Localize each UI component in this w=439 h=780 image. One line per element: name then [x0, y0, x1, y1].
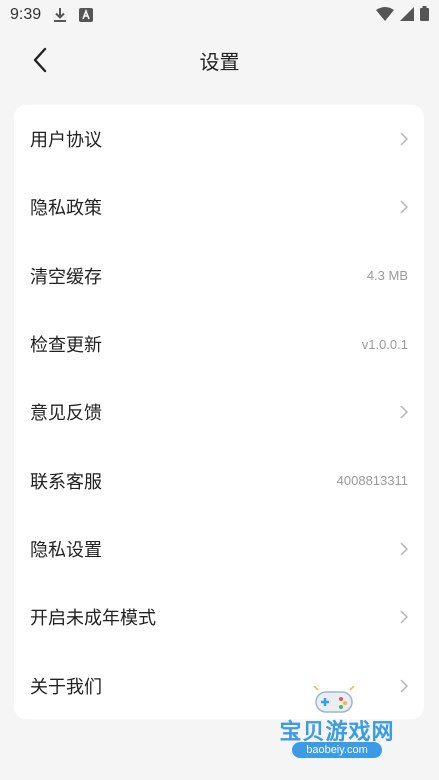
- settings-item-label: 隐私设置: [30, 539, 102, 561]
- settings-item-check-update[interactable]: 检查更新 v1.0.0.1: [14, 310, 424, 378]
- chevron-right-icon: [400, 542, 408, 556]
- signal-icon: [400, 6, 414, 25]
- cache-size-value: 4.3 MB: [366, 268, 408, 284]
- settings-item-customer-service[interactable]: 联系客服 4008813311: [14, 446, 424, 514]
- settings-item-label: 用户协议: [30, 130, 102, 152]
- wifi-icon: [376, 6, 394, 25]
- watermark-url: baobeiy.com: [292, 742, 382, 758]
- settings-list: 用户协议 隐私政策 清空缓存 4.3 MB 检查更新 v1.0.0.1 意见反馈…: [14, 105, 424, 719]
- settings-item-label: 检查更新: [30, 335, 102, 357]
- page-title: 设置: [199, 49, 240, 74]
- chevron-right-icon: [400, 405, 408, 419]
- phone-number-value: 4008813311: [336, 473, 408, 489]
- settings-item-label: 意见反馈: [30, 403, 102, 425]
- watermark: 宝贝游戏网 baobeiy.com: [262, 685, 412, 766]
- settings-item-user-agreement[interactable]: 用户协议: [14, 105, 424, 173]
- chevron-right-icon: [400, 200, 408, 214]
- settings-item-label: 联系客服: [30, 471, 102, 493]
- settings-item-label: 开启未成年模式: [30, 608, 156, 630]
- settings-item-minor-mode[interactable]: 开启未成年模式: [14, 583, 424, 651]
- status-time: 9:39: [10, 6, 42, 23]
- settings-item-label: 清空缓存: [30, 266, 102, 288]
- download-icon: [53, 7, 67, 23]
- a-box-icon: [79, 8, 94, 22]
- chevron-left-icon: [33, 47, 47, 73]
- settings-item-privacy-settings[interactable]: 隐私设置: [14, 515, 424, 583]
- chevron-right-icon: [400, 132, 408, 146]
- settings-item-privacy-policy[interactable]: 隐私政策: [14, 173, 424, 241]
- status-bar: 9:39: [0, 0, 439, 30]
- settings-item-feedback[interactable]: 意见反馈: [14, 378, 424, 446]
- settings-item-label: 关于我们: [30, 676, 102, 698]
- version-value: v1.0.0.1: [361, 336, 408, 352]
- settings-item-clear-cache[interactable]: 清空缓存 4.3 MB: [14, 242, 424, 310]
- back-button[interactable]: [26, 46, 54, 74]
- nav-bar: 设置: [0, 36, 439, 84]
- chevron-right-icon: [400, 610, 408, 624]
- battery-icon: [420, 5, 429, 25]
- settings-item-label: 隐私政策: [30, 198, 102, 220]
